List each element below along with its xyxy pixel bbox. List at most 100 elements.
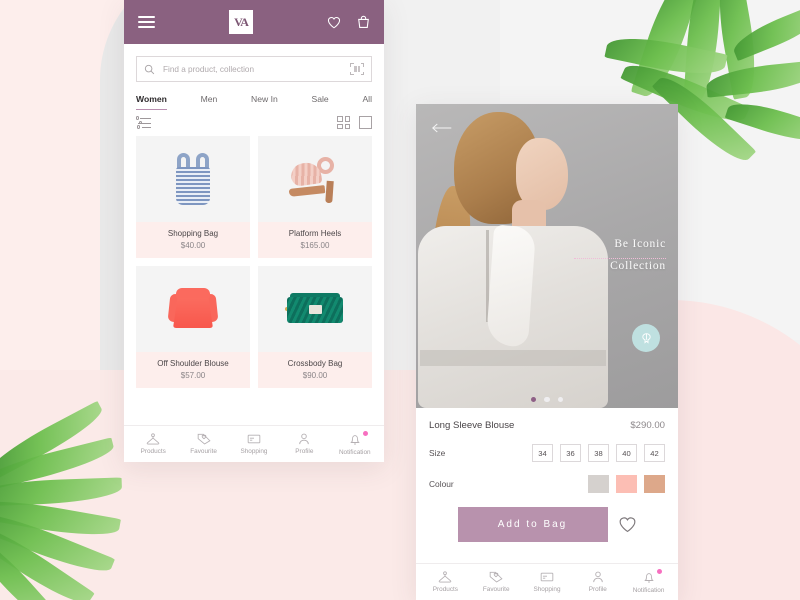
app-header: VA: [124, 0, 384, 44]
search-icon: [144, 64, 155, 75]
search-box[interactable]: [136, 56, 372, 82]
overlay-line-2: Collection: [610, 259, 666, 272]
product-hero-image: Be Iconic Collection: [416, 104, 678, 408]
barcode-scan-icon[interactable]: [350, 63, 364, 75]
cta-row: Add to Bag: [416, 493, 678, 556]
colour-label: Colour: [429, 479, 454, 489]
heart-icon[interactable]: [327, 16, 341, 29]
nav-label: Favourite: [190, 448, 217, 455]
colour-selector-row: Colour: [429, 475, 665, 493]
size-option[interactable]: 42: [644, 444, 665, 462]
product-title: Long Sleeve Blouse: [429, 420, 515, 431]
single-view-icon[interactable]: [359, 116, 372, 129]
product-meta: Platform Heels $165.00: [258, 222, 372, 258]
size-option[interactable]: 34: [532, 444, 553, 462]
nav-item-products[interactable]: Products: [128, 433, 178, 455]
product-price: $90.00: [302, 371, 328, 380]
view-switcher: [337, 116, 372, 129]
nav-item-favourite[interactable]: Favourite: [178, 433, 228, 455]
phone-product-detail: Be Iconic Collection Long Sleeve Blouse …: [416, 104, 678, 600]
tab-new-in[interactable]: New In: [251, 94, 278, 110]
product-price: $165.00: [300, 241, 330, 250]
tab-women[interactable]: Women: [136, 94, 167, 110]
product-price: $40.00: [180, 241, 206, 250]
nav-label: Notification: [632, 587, 665, 594]
phone-product-list: VA Find a product, collection Women Men …: [124, 0, 384, 462]
size-options: 34 36 38 40 42: [532, 444, 665, 462]
nav-item-profile[interactable]: Profile: [279, 433, 329, 455]
rotate-360-icon[interactable]: [632, 324, 660, 352]
product-name: Shopping Bag: [167, 229, 219, 238]
product-price: $57.00: [180, 371, 206, 380]
heart-icon[interactable]: [618, 516, 637, 533]
nav-item-notification[interactable]: Notification: [623, 569, 674, 594]
product-image: [136, 136, 250, 222]
product-image: [258, 266, 372, 352]
brand-logo: VA: [229, 10, 253, 34]
colour-swatch[interactable]: [616, 475, 637, 493]
nav-label: Favourite: [482, 586, 510, 593]
product-name: Off Shoulder Blouse: [157, 359, 229, 368]
size-option[interactable]: 36: [560, 444, 581, 462]
size-selector-row: Size 34 36 38 40 42: [429, 444, 665, 462]
product-details: Long Sleeve Blouse $290.00 Size 34 36 38…: [416, 408, 678, 493]
nav-item-favourite[interactable]: Favourite: [471, 571, 522, 593]
search-section: [124, 44, 384, 88]
overlay-line-1: Be Iconic: [614, 238, 666, 250]
product-card[interactable]: Off Shoulder Blouse $57.00: [136, 266, 250, 388]
back-arrow-icon[interactable]: [432, 122, 452, 134]
product-meta: Shopping Bag $40.00: [136, 222, 250, 258]
crossbody-bag-illustration: [285, 291, 345, 327]
product-price: $290.00: [630, 420, 665, 431]
carousel-dot[interactable]: [544, 396, 550, 402]
product-name: Platform Heels: [288, 229, 342, 238]
nav-item-shopping[interactable]: Shopping: [522, 571, 573, 593]
shopping-bag-illustration: [174, 153, 212, 205]
nav-item-products[interactable]: Products: [420, 571, 471, 593]
product-title-row: Long Sleeve Blouse $290.00: [429, 420, 665, 431]
add-to-bag-button[interactable]: Add to Bag: [457, 507, 608, 542]
nav-item-notification[interactable]: Notification: [330, 431, 380, 456]
notification-badge: [656, 569, 662, 574]
tab-sale[interactable]: Sale: [312, 94, 329, 110]
nav-label: Profile: [295, 448, 314, 455]
tab-men[interactable]: Men: [201, 94, 218, 110]
nav-item-shopping[interactable]: Shopping: [229, 433, 279, 455]
header-actions: [327, 15, 370, 29]
product-card[interactable]: Crossbody Bag $90.00: [258, 266, 372, 388]
list-toolbar: [124, 110, 384, 136]
notification-badge: [362, 431, 368, 436]
carousel-dot[interactable]: [530, 396, 537, 402]
size-option[interactable]: 40: [616, 444, 637, 462]
product-card[interactable]: Platform Heels $165.00: [258, 136, 372, 258]
category-tabs: Women Men New In Sale All: [124, 88, 384, 110]
nav-label: Shopping: [533, 586, 561, 593]
search-input[interactable]: [163, 64, 342, 74]
scene: VA Find a product, collection Women Men …: [0, 0, 800, 600]
nav-label: Shopping: [240, 448, 268, 455]
product-meta: Off Shoulder Blouse $57.00: [136, 352, 250, 388]
carousel-dot[interactable]: [557, 396, 564, 402]
colour-swatch[interactable]: [644, 475, 665, 493]
product-name: Crossbody Bag: [287, 359, 343, 368]
carousel-dots: [416, 396, 678, 402]
nav-item-profile[interactable]: Profile: [572, 571, 623, 593]
platform-heels-illustration: [288, 155, 341, 204]
nav-label: Products: [140, 448, 166, 455]
colour-swatch[interactable]: [588, 475, 609, 493]
product-grid: Shopping Bag $40.00 Platform Heels $165.…: [124, 136, 384, 398]
grid-view-icon[interactable]: [337, 116, 350, 129]
product-card[interactable]: Shopping Bag $40.00: [136, 136, 250, 258]
colour-options: [588, 475, 665, 493]
product-image: [258, 136, 372, 222]
hamburger-menu-icon[interactable]: [138, 13, 155, 31]
filter-sliders-icon[interactable]: [136, 116, 151, 129]
nav-label: Notification: [338, 449, 371, 456]
bottom-navigation: Products Favourite Shopping Profile Noti…: [416, 563, 678, 600]
product-image: [136, 266, 250, 352]
hero-overlay-text: Be Iconic Collection: [610, 234, 666, 278]
tab-all[interactable]: All: [362, 94, 372, 110]
shopping-bag-icon[interactable]: [357, 15, 370, 29]
size-option[interactable]: 38: [588, 444, 609, 462]
off-shoulder-blouse-illustration: [167, 284, 219, 334]
